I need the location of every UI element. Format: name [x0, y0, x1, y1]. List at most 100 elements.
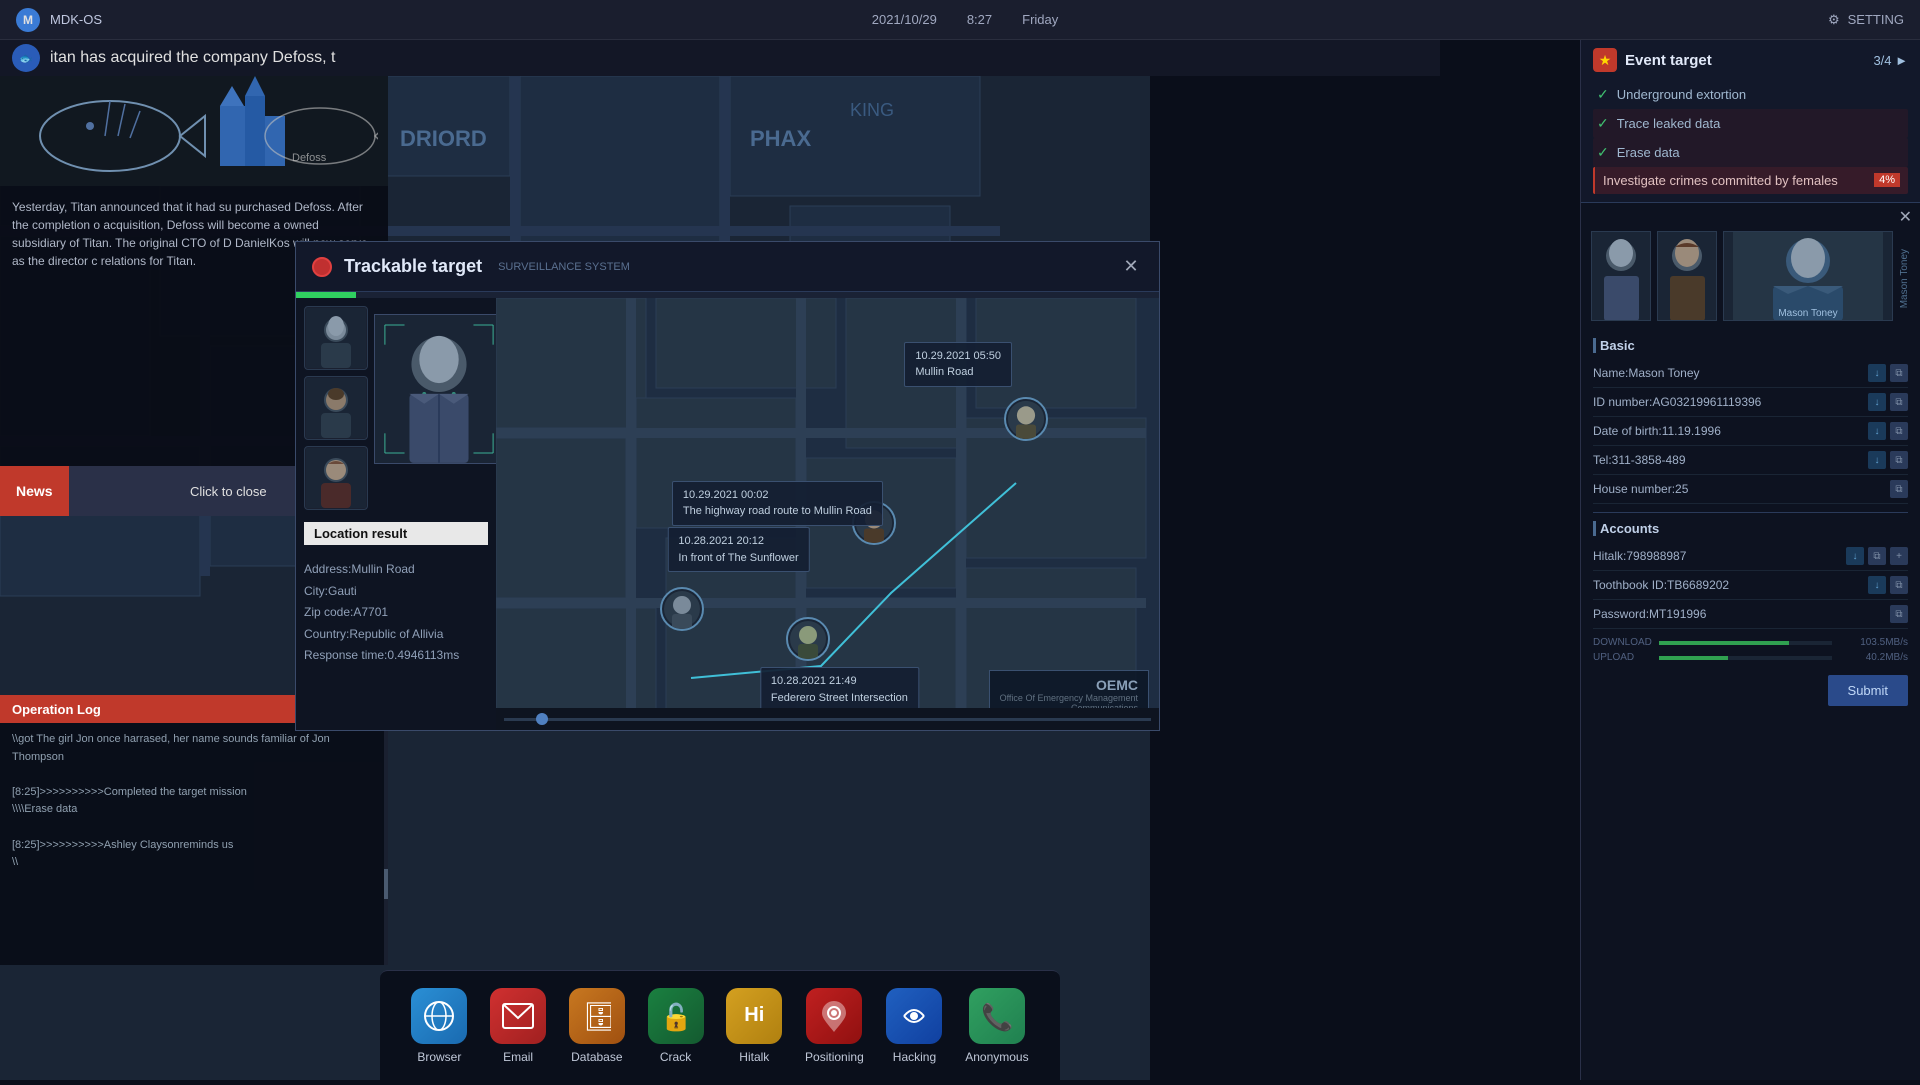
taskbar-item-positioning[interactable]: Positioning: [805, 988, 864, 1064]
info-name-value: Name:Mason Toney: [1593, 366, 1700, 380]
log-scroll-thumb[interactable]: [384, 869, 388, 899]
info-name: Name:Mason Toney ↓ ⧉: [1593, 359, 1908, 388]
taskbar-item-anonymous[interactable]: 📞 Anonymous: [965, 988, 1028, 1064]
download-bar: DOWNLOAD 103.5MB/s UPLOAD 40.2MB/s: [1593, 637, 1908, 663]
svg-text:Defoss: Defoss: [292, 152, 327, 164]
modal-subtitle: SURVEILLANCE SYSTEM: [498, 261, 630, 273]
upload-bar-row: UPLOAD 40.2MB/s: [1593, 652, 1908, 663]
news-image-svg: Defoss: [10, 76, 378, 186]
event-item-trace[interactable]: ✓ Trace leaked data: [1593, 109, 1908, 138]
datetime: 2021/10/29: [872, 12, 937, 27]
id-copy-btn[interactable]: ⧉: [1890, 393, 1908, 411]
toothbook-download-btn[interactable]: ↓: [1868, 576, 1886, 594]
person-thumb-1[interactable]: [1591, 231, 1651, 321]
news-ticker-icon: 🐟: [12, 44, 40, 72]
marker-time-3: 10.29.2021 00:02: [683, 487, 872, 504]
info-password-value: Password:MT191996: [1593, 607, 1706, 621]
person-thumb-main[interactable]: Mason Toney: [1723, 231, 1893, 321]
hitalk-download-btn[interactable]: ↓: [1846, 547, 1864, 565]
password-action-btn[interactable]: ⧉: [1890, 605, 1908, 623]
map-marker-3: 10.29.2021 00:02 The highway road route …: [852, 501, 896, 545]
event-count[interactable]: 3/4 ►: [1873, 53, 1908, 68]
topbar-center: 2021/10/29 8:27 Friday: [872, 12, 1059, 27]
hacking-icon: [886, 988, 942, 1044]
check-icon-underground: ✓: [1597, 86, 1609, 103]
info-house: House number:25 ⧉: [1593, 475, 1908, 504]
name-download-btn[interactable]: ↓: [1868, 364, 1886, 382]
hitalk-icon: Hi: [726, 988, 782, 1044]
info-tel-value: Tel:311-3858-489: [1593, 453, 1686, 467]
map-panel: 10.28.2021 20:12 In front of The Sunflow…: [496, 298, 1159, 730]
event-item-erase[interactable]: ✓ Erase data: [1593, 138, 1908, 167]
dob-copy-btn[interactable]: ⧉: [1890, 422, 1908, 440]
portrait-item-1[interactable]: [304, 306, 368, 370]
marker-circle-1: [660, 587, 704, 631]
info-name-actions: ↓ ⧉: [1868, 364, 1908, 382]
hitalk-label: Hitalk: [739, 1050, 769, 1064]
log-entry-4: [8:25]>>>>>>>>>>Ashley Claysonreminds us: [12, 837, 376, 855]
news-ticker-text: itan has acquired the company Defoss, t: [50, 49, 336, 67]
star-icon: ★: [1593, 48, 1617, 72]
portrait-item-3[interactable]: [304, 446, 368, 510]
event-target-panel: ★ Event target 3/4 ► ✓ Underground extor…: [1581, 40, 1920, 202]
tel-copy-btn[interactable]: ⧉: [1890, 451, 1908, 469]
svg-text:📞: 📞: [981, 1000, 1013, 1032]
svg-text:PHAX: PHAX: [750, 126, 811, 151]
portrait-panel: Location result Address:Mullin Road City…: [296, 298, 496, 730]
name-copy-btn[interactable]: ⧉: [1890, 364, 1908, 382]
event-item-investigate[interactable]: Investigate crimes committed by females …: [1593, 167, 1908, 194]
portrait-item-2[interactable]: [304, 376, 368, 440]
marker-tooltip-4: 10.29.2021 05:50 Mullin Road: [904, 342, 1012, 387]
taskbar-item-database[interactable]: 🗄 Database: [569, 988, 625, 1064]
marker-circle-4: [1004, 397, 1048, 441]
operation-log-body: \\got The girl Jon once harrased, her na…: [0, 723, 388, 965]
marker-time-4: 10.29.2021 05:50: [915, 348, 1001, 365]
news-image: Defoss: [0, 76, 388, 186]
taskbar-item-email[interactable]: Email: [490, 988, 546, 1064]
taskbar-item-hacking[interactable]: Hacking: [886, 988, 942, 1064]
portrait-large[interactable]: [374, 314, 504, 464]
modal-body: Location result Address:Mullin Road City…: [296, 298, 1159, 730]
event-label-trace: Trace leaked data: [1617, 116, 1721, 131]
hitalk-copy-btn[interactable]: ⧉: [1868, 547, 1886, 565]
close-person-button[interactable]: ✕: [1891, 203, 1920, 231]
tel-download-btn[interactable]: ↓: [1868, 451, 1886, 469]
section-accounts-title: Accounts: [1593, 521, 1908, 536]
timeline-bar[interactable]: [496, 708, 1159, 730]
event-item-underground[interactable]: ✓ Underground extortion: [1593, 80, 1908, 109]
event-label-erase: Erase data: [1617, 145, 1680, 160]
modal-header: Trackable target SURVEILLANCE SYSTEM ✕: [296, 242, 1159, 292]
log-entry-1: \\got The girl Jon once harrased, her na…: [12, 731, 376, 766]
taskbar-item-crack[interactable]: 🔓 Crack: [648, 988, 704, 1064]
timeline-track[interactable]: [504, 718, 1151, 721]
dob-download-btn[interactable]: ↓: [1868, 422, 1886, 440]
trackable-modal: Trackable target SURVEILLANCE SYSTEM ✕: [295, 241, 1160, 731]
toothbook-copy-btn[interactable]: ⧉: [1890, 576, 1908, 594]
browser-icon: [411, 988, 467, 1044]
right-panel: ★ Event target 3/4 ► ✓ Underground extor…: [1580, 40, 1920, 1080]
day: Friday: [1022, 12, 1058, 27]
person-thumb-2[interactable]: [1657, 231, 1717, 321]
house-action-btn[interactable]: ⧉: [1890, 480, 1908, 498]
svg-text:🔓: 🔓: [660, 1002, 692, 1032]
info-password: Password:MT191996 ⧉: [1593, 600, 1908, 629]
hitalk-action3-btn[interactable]: +: [1890, 547, 1908, 565]
timeline-thumb[interactable]: [536, 713, 548, 725]
log-scrollbar[interactable]: [384, 725, 388, 965]
marker-tooltip-1: 10.28.2021 20:12 In front of The Sunflow…: [667, 527, 809, 572]
info-dob-value: Date of birth:11.19.1996: [1593, 424, 1721, 438]
taskbar-item-browser[interactable]: Browser: [411, 988, 467, 1064]
event-title: Event target: [1625, 52, 1712, 69]
email-icon: [490, 988, 546, 1044]
info-tel: Tel:311-3858-489 ↓ ⧉: [1593, 446, 1908, 475]
info-toothbook-actions: ↓ ⧉: [1868, 576, 1908, 594]
positioning-icon: [806, 988, 862, 1044]
submit-button[interactable]: Submit: [1828, 675, 1908, 706]
id-download-btn[interactable]: ↓: [1868, 393, 1886, 411]
taskbar-item-hitalk[interactable]: Hi Hitalk: [726, 988, 782, 1064]
modal-close-button[interactable]: ✕: [1119, 255, 1143, 279]
portrait-row: [304, 306, 488, 510]
map-marker-2: 10.28.2021 21:49 Federero Street Interse…: [786, 617, 830, 661]
upload-value: 40.2MB/s: [1838, 652, 1908, 663]
info-hitalk: Hitalk:798988987 ↓ ⧉ +: [1593, 542, 1908, 571]
